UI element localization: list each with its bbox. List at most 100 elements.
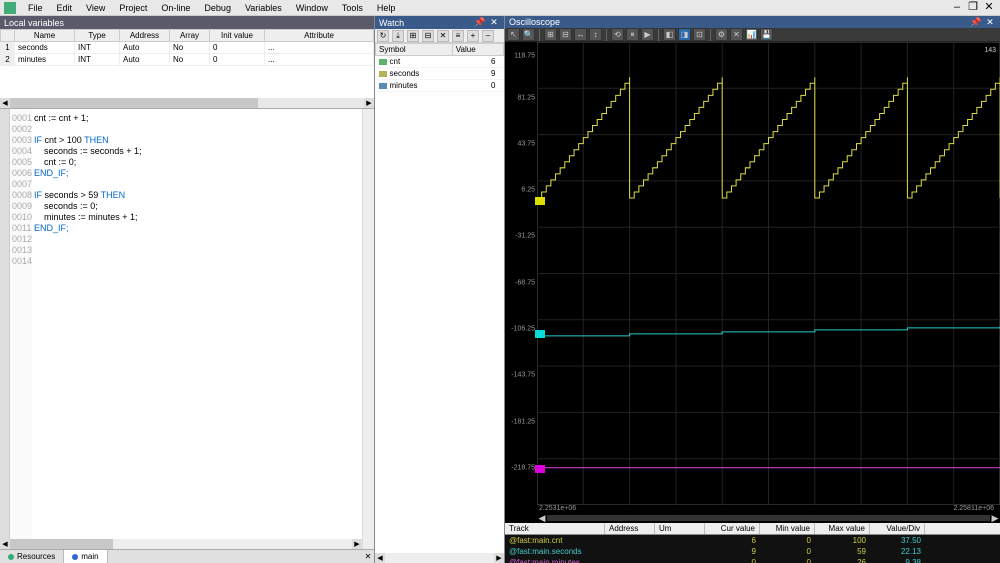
watch-col-symbol[interactable]: Symbol bbox=[376, 44, 453, 56]
tab-main[interactable]: main bbox=[64, 550, 107, 563]
osc-btn-e[interactable]: ⟲ bbox=[611, 28, 624, 41]
col-name[interactable]: Name bbox=[15, 30, 75, 42]
editor-gutter bbox=[0, 109, 10, 549]
col-curvalue[interactable]: Cur value bbox=[705, 523, 760, 534]
osc-btn-zoom[interactable]: 🔍 bbox=[522, 28, 535, 41]
scroll-left-icon[interactable]: ◀ bbox=[375, 553, 385, 563]
minimize-button[interactable]: – bbox=[950, 1, 964, 15]
watch-btn-5[interactable]: ✕ bbox=[437, 30, 449, 42]
app-icon bbox=[4, 2, 16, 14]
watch-titlebar: Watch 📌 ✕ bbox=[375, 16, 504, 29]
watch-toolbar: ↻ ⤓ ⊞ ⊟ ✕ ≡ + – bbox=[375, 29, 504, 43]
watch-btn-1[interactable]: ↻ bbox=[377, 30, 389, 42]
menu-help[interactable]: Help bbox=[371, 3, 402, 13]
osc-btn-k[interactable]: ⚙ bbox=[715, 28, 728, 41]
maximize-button[interactable]: ❐ bbox=[966, 1, 980, 15]
menu-project[interactable]: Project bbox=[113, 3, 153, 13]
scroll-left-icon[interactable]: ◀ bbox=[0, 539, 10, 549]
watch-col-value[interactable]: Value bbox=[452, 44, 503, 56]
localvars-title: Local variables bbox=[4, 18, 64, 28]
x-axis: 2.2531e+06 2.25811e+06 ◀ ▶ bbox=[505, 505, 1000, 523]
osc-btn-n[interactable]: 💾 bbox=[760, 28, 773, 41]
track-row[interactable]: @fast:main.cnt 60 10037.50 bbox=[505, 535, 1000, 546]
watch-btn-8[interactable]: – bbox=[482, 30, 494, 42]
menu-online[interactable]: On-line bbox=[155, 3, 196, 13]
osc-btn-l[interactable]: ✕ bbox=[730, 28, 743, 41]
watch-hscroll[interactable]: ◀ ▶ bbox=[375, 553, 504, 563]
osc-toolbar: ↖ 🔍 ⊞ ⊟ ↔ ↕ ⟲ ⏸ ▶ ◧ ◨ ⊡ ⚙ ✕ 📊 💾 bbox=[505, 28, 1000, 42]
editor-hscroll[interactable]: ◀ ▶ bbox=[0, 539, 362, 549]
trace-marker-minutes[interactable] bbox=[535, 465, 545, 473]
menu-debug[interactable]: Debug bbox=[198, 3, 237, 13]
menu-variables[interactable]: Variables bbox=[239, 3, 288, 13]
osc-btn-j[interactable]: ⊡ bbox=[693, 28, 706, 41]
osc-btn-d[interactable]: ↕ bbox=[589, 28, 602, 41]
track-row[interactable]: @fast:main.seconds 90 5922.13 bbox=[505, 546, 1000, 557]
menu-view[interactable]: View bbox=[80, 3, 111, 13]
watch-row[interactable]: seconds 9 bbox=[376, 68, 504, 80]
watch-row[interactable]: minutes 0 bbox=[376, 80, 504, 92]
col-valuediv[interactable]: Value/Div bbox=[870, 523, 925, 534]
localvars-table: Name Type Address Array Init value Attri… bbox=[0, 29, 374, 109]
table-row[interactable]: 1 seconds INT Auto No 0 ... bbox=[1, 42, 374, 54]
osc-btn-pointer[interactable]: ↖ bbox=[507, 28, 520, 41]
tab-close-button[interactable]: ✕ bbox=[362, 552, 374, 561]
scroll-left-icon[interactable]: ◀ bbox=[0, 98, 10, 108]
osc-btn-i[interactable]: ◨ bbox=[678, 28, 691, 41]
file-icon bbox=[72, 554, 78, 560]
osc-btn-h[interactable]: ◧ bbox=[663, 28, 676, 41]
track-row[interactable]: @fast:main.minutes 00 269.38 bbox=[505, 557, 1000, 563]
menu-bar: File Edit View Project On-line Debug Var… bbox=[0, 0, 1000, 16]
osc-btn-a[interactable]: ⊞ bbox=[544, 28, 557, 41]
scroll-right-icon[interactable]: ▶ bbox=[494, 553, 504, 563]
scope-hscroll[interactable]: ◀ ▶ bbox=[537, 513, 1000, 523]
code-editor[interactable]: 000100020003 000400050006 000700080009 0… bbox=[0, 109, 374, 549]
osc-btn-g[interactable]: ▶ bbox=[641, 28, 654, 41]
watch-row[interactable]: cnt 6 bbox=[376, 56, 504, 68]
trace-marker-seconds[interactable] bbox=[535, 330, 545, 338]
watch-btn-4[interactable]: ⊟ bbox=[422, 30, 434, 42]
col-attribute[interactable]: Attribute bbox=[265, 30, 374, 42]
scroll-left-icon[interactable]: ◀ bbox=[537, 513, 547, 524]
scroll-right-icon[interactable]: ▶ bbox=[364, 98, 374, 108]
menu-window[interactable]: Window bbox=[290, 3, 334, 13]
col-minvalue[interactable]: Min value bbox=[760, 523, 815, 534]
editor-vscroll[interactable] bbox=[362, 109, 374, 549]
col-um[interactable]: Um bbox=[655, 523, 705, 534]
col-track[interactable]: Track bbox=[505, 523, 605, 534]
editor-content[interactable]: cnt := cnt + 1; IF cnt > 100 THEN second… bbox=[32, 109, 362, 549]
osc-btn-f[interactable]: ⏸ bbox=[626, 28, 639, 41]
osc-btn-b[interactable]: ⊟ bbox=[559, 28, 572, 41]
tree-icon bbox=[8, 554, 14, 560]
col-maxvalue[interactable]: Max value bbox=[815, 523, 870, 534]
col-address[interactable]: Address bbox=[605, 523, 655, 534]
col-address[interactable]: Address bbox=[120, 30, 170, 42]
watch-btn-3[interactable]: ⊞ bbox=[407, 30, 419, 42]
table-row[interactable]: 2 minutes INT Auto No 0 ... bbox=[1, 54, 374, 66]
localvars-hscroll[interactable]: ◀ ▶ bbox=[0, 98, 374, 108]
close-button[interactable]: ✕ bbox=[982, 1, 996, 15]
scroll-right-icon[interactable]: ▶ bbox=[990, 513, 1000, 524]
tab-resources[interactable]: Resources bbox=[0, 550, 64, 563]
col-array[interactable]: Array bbox=[170, 30, 210, 42]
osc-btn-c[interactable]: ↔ bbox=[574, 28, 587, 41]
menu-file[interactable]: File bbox=[22, 3, 49, 13]
bottom-tabs: Resources main ✕ bbox=[0, 549, 374, 563]
watch-btn-2[interactable]: ⤓ bbox=[392, 30, 404, 42]
pin-icon[interactable]: 📌 bbox=[970, 16, 982, 28]
scope-canvas[interactable] bbox=[537, 42, 1000, 505]
pin-icon[interactable]: 📌 bbox=[474, 17, 486, 29]
watch-btn-6[interactable]: ≡ bbox=[452, 30, 464, 42]
col-initvalue[interactable]: Init value bbox=[210, 30, 265, 42]
menu-tools[interactable]: Tools bbox=[336, 3, 369, 13]
col-type[interactable]: Type bbox=[75, 30, 120, 42]
right-axis-value: 143 bbox=[984, 47, 996, 54]
close-icon[interactable]: ✕ bbox=[488, 17, 500, 29]
scroll-right-icon[interactable]: ▶ bbox=[352, 539, 362, 549]
watch-btn-7[interactable]: + bbox=[467, 30, 479, 42]
menu-edit[interactable]: Edit bbox=[51, 3, 79, 13]
oscilloscope-plot[interactable]: 118.75 81.25 43.75 6.25 -31.25 -68.75 -1… bbox=[505, 42, 1000, 523]
trace-marker-cnt[interactable] bbox=[535, 197, 545, 205]
close-icon[interactable]: ✕ bbox=[984, 16, 996, 28]
osc-btn-m[interactable]: 📊 bbox=[745, 28, 758, 41]
